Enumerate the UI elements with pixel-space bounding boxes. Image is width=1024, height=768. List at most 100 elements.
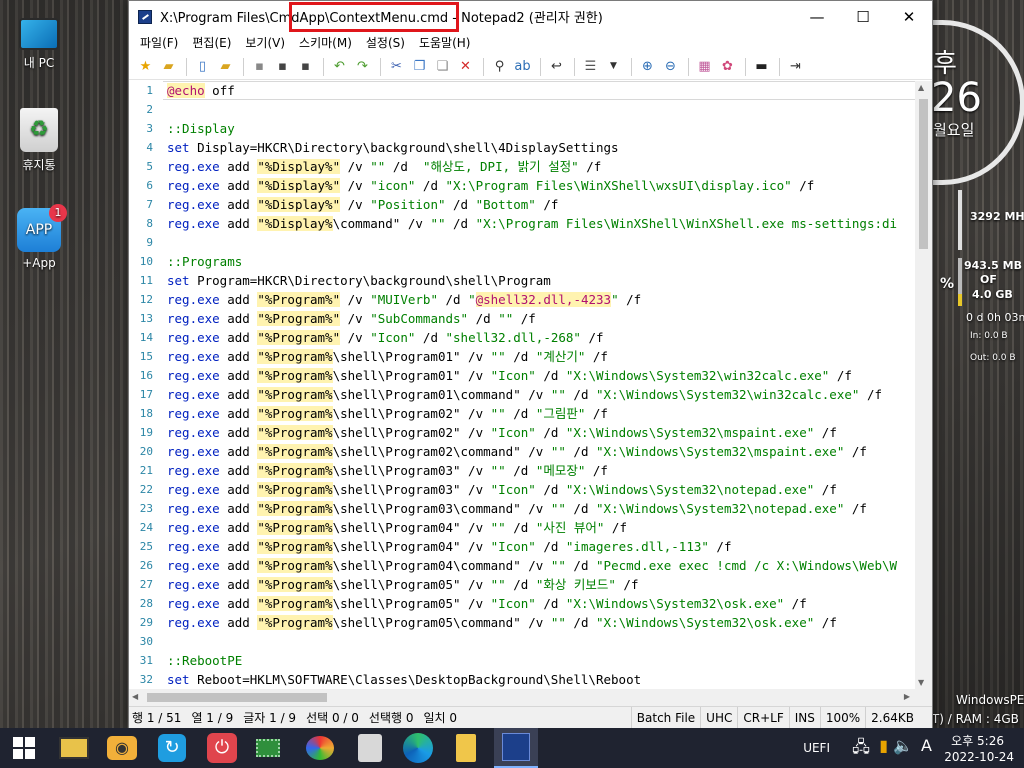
taskbar-app-cpu[interactable] <box>250 732 286 764</box>
chevron-down-icon[interactable]: ▼ <box>603 57 624 77</box>
ram-of: OF <box>980 273 997 286</box>
line-number: 31 <box>139 654 153 667</box>
minimize-button[interactable]: — <box>794 1 840 32</box>
taskbar-app-power[interactable]: ⏻ <box>204 732 240 764</box>
line-number: 15 <box>139 350 153 363</box>
toolbar-separator <box>631 57 632 76</box>
line-number: 20 <box>139 445 153 458</box>
code-line: reg.exe add "%Display%\command" /v "" /d… <box>167 216 898 231</box>
title-bar[interactable]: X:\Program Files\CmdApp\ContextMenu.cmd … <box>129 1 932 32</box>
status-ovr[interactable]: INS <box>788 706 820 730</box>
net-out: Out: 0.0 B <box>970 353 1016 363</box>
taskbar-app-edge[interactable] <box>400 732 436 764</box>
editor-area[interactable]: 1 2 3 4 5 6 7 8 9 10 11 12 13 14 15 16 1… <box>129 81 932 689</box>
taskbar-app-computer[interactable] <box>56 732 92 764</box>
scheme-icon[interactable]: ▦ <box>694 57 715 77</box>
highlight-box <box>289 2 459 32</box>
desktop-icon-recycle-bin[interactable]: ♻ 휴지통 <box>8 108 70 173</box>
chip-icon <box>256 739 280 757</box>
replace-icon[interactable]: ab <box>512 57 533 77</box>
code-line: ::Programs <box>167 254 243 269</box>
code-line: set Reboot=HKLM\SOFTWARE\Classes\Desktop… <box>167 672 642 687</box>
zoom-out-icon[interactable]: ⊖ <box>660 57 681 77</box>
line-number: 23 <box>139 502 153 515</box>
redo-icon[interactable]: ↷ <box>352 57 373 77</box>
maximize-button[interactable]: ☐ <box>840 1 886 32</box>
scroll-left-icon[interactable]: ◀ <box>132 692 138 701</box>
copy-icon[interactable]: ❐ <box>409 57 430 77</box>
start-button[interactable] <box>6 732 42 764</box>
terminal-icon[interactable]: ▬ <box>751 57 772 77</box>
taskbar-app-photos[interactable]: ◉ <box>104 732 140 764</box>
desktop-icon-my-pc[interactable]: 내 PC <box>8 12 70 71</box>
toolbar: ★ ▰ ▯ ▰ ▪ ▪ ▪ ↶ ↷ ✂ ❐ ❏ ✕ ⚲ ab ↩ ☰ ▼ ⊕ ⊖… <box>129 54 932 80</box>
menu-file[interactable]: 파일(F) <box>133 32 185 54</box>
menu-help[interactable]: 도움말(H) <box>412 32 478 54</box>
line-number: 13 <box>139 312 153 325</box>
menu-edit[interactable]: 편집(E) <box>185 32 238 54</box>
volume-icon[interactable]: 🔈 <box>893 736 913 755</box>
battery-icon[interactable]: ▮ <box>879 736 888 755</box>
network-icon[interactable]: 🖧 <box>852 736 870 763</box>
open-folder-icon[interactable]: ▰ <box>158 57 179 77</box>
menu-view[interactable]: 보기(V) <box>238 32 292 54</box>
save-icon[interactable]: ▪ <box>249 57 270 77</box>
horizontal-scrollbar[interactable]: ◀ ▶ <box>129 689 932 706</box>
taskbar-app-refresh[interactable]: ↻ <box>154 732 190 764</box>
code-line: reg.exe add "%Display%" /v "Position" /d… <box>167 197 559 212</box>
find-icon[interactable]: ⚲ <box>489 57 510 77</box>
code-line: reg.exe add "%Program%\shell\Program02\c… <box>167 444 867 459</box>
code-line: reg.exe add "%Program%\shell\Program04" … <box>167 520 627 535</box>
hscroll-thumb[interactable] <box>147 693 327 702</box>
status-eol[interactable]: CR+LF <box>737 706 788 730</box>
scroll-thumb[interactable] <box>919 99 928 249</box>
exit-icon[interactable]: ⇥ <box>785 57 806 77</box>
line-number: 19 <box>139 426 153 439</box>
scroll-down-icon[interactable]: ▼ <box>918 678 924 687</box>
close-button[interactable]: ✕ <box>886 1 932 32</box>
color-icon[interactable]: ✿ <box>717 57 738 77</box>
taskbar-app-color[interactable] <box>302 732 338 764</box>
paste-icon[interactable]: ❏ <box>432 57 453 77</box>
save-as-icon[interactable]: ▪ <box>272 57 293 77</box>
save-copy-icon[interactable]: ▪ <box>295 57 316 77</box>
code-line: set Program=HKCR\Directory\background\sh… <box>167 273 551 288</box>
desktop-icon-app[interactable]: APP 1 +App <box>8 204 70 270</box>
code-line: reg.exe add "%Program%\shell\Program01" … <box>167 349 608 364</box>
status-file-type[interactable]: Batch File <box>630 706 700 730</box>
windows-logo-icon <box>13 737 35 759</box>
line-number: 28 <box>139 597 153 610</box>
status-zoom[interactable]: 100% <box>819 706 865 730</box>
delete-icon[interactable]: ✕ <box>455 57 476 77</box>
status-selection: 선택 0 / 0 <box>306 710 359 725</box>
word-wrap-icon[interactable]: ↩ <box>546 57 567 77</box>
undo-icon[interactable]: ↶ <box>329 57 350 77</box>
ime-indicator[interactable]: A <box>921 736 932 755</box>
open-file-icon[interactable]: ▰ <box>215 57 236 77</box>
vertical-scrollbar[interactable]: ▲ ▼ <box>915 81 932 689</box>
taskbar-app-folder[interactable] <box>448 732 484 764</box>
taskbar-app-notepad[interactable] <box>494 728 538 768</box>
line-number: 24 <box>139 521 153 534</box>
scroll-right-icon[interactable]: ▶ <box>904 692 910 701</box>
zoom-in-icon[interactable]: ⊕ <box>637 57 658 77</box>
status-encoding[interactable]: UHC <box>700 706 737 730</box>
line-number: 10 <box>139 255 153 268</box>
code-line: reg.exe add "%Display%" /v "icon" /d "X:… <box>167 178 815 193</box>
power-icon: ⏻ <box>207 733 237 763</box>
scroll-up-icon[interactable]: ▲ <box>918 83 924 92</box>
tray-date[interactable]: 2022-10-24 <box>938 750 1014 764</box>
camera-icon: ◉ <box>107 736 137 760</box>
menu-settings[interactable]: 설정(S) <box>359 32 412 54</box>
recycle-bin-icon: ♻ <box>20 108 58 152</box>
code-line: reg.exe add "%Program%\shell\Program01" … <box>167 368 852 383</box>
taskbar-app-disk[interactable] <box>352 732 388 764</box>
menu-scheme[interactable]: 스키마(M) <box>292 32 359 54</box>
cut-icon[interactable]: ✂ <box>386 57 407 77</box>
star-icon[interactable]: ★ <box>135 57 156 77</box>
desktop-icon-label: 내 PC <box>23 56 55 70</box>
list-icon[interactable]: ☰ <box>580 57 601 77</box>
os-ram: (DT) / RAM : 4GB <box>918 712 1019 726</box>
tray-time[interactable]: 오후 5:26 <box>940 732 1004 749</box>
new-file-icon[interactable]: ▯ <box>192 57 213 77</box>
